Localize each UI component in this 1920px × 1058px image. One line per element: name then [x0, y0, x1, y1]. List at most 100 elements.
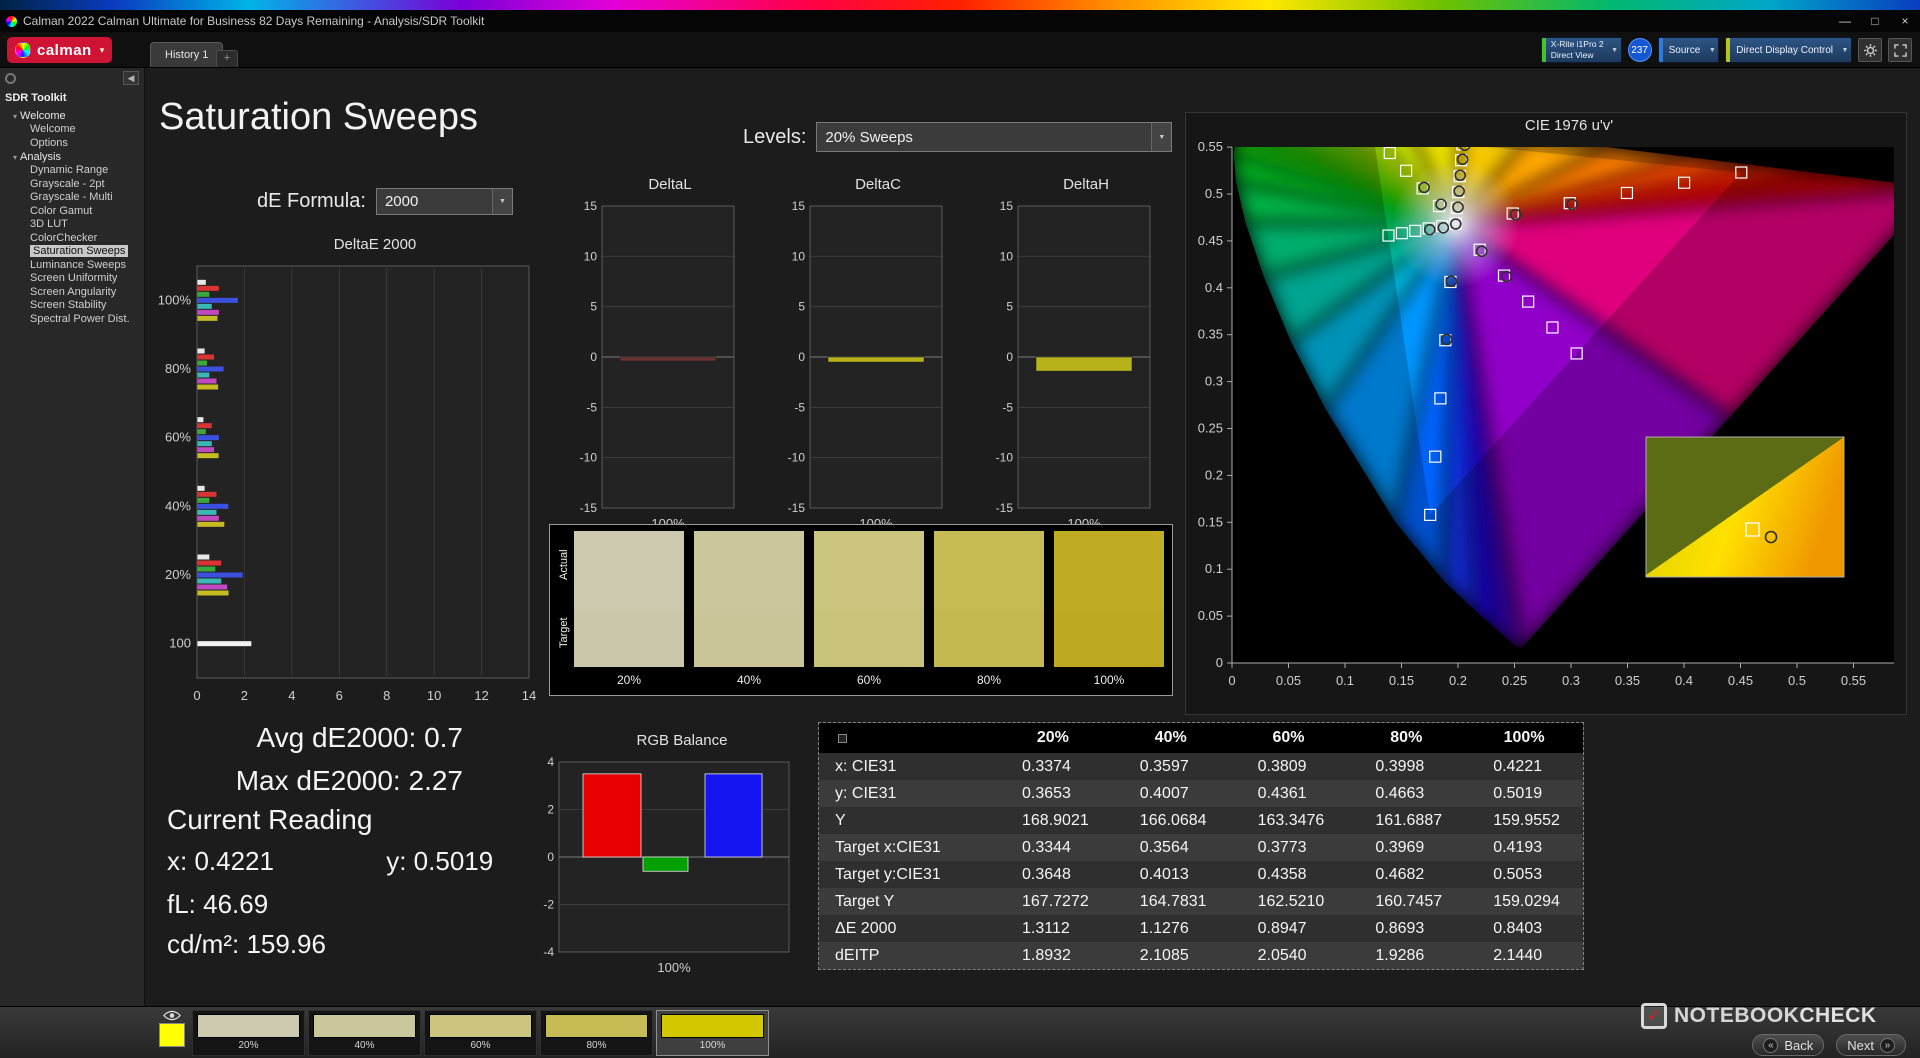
levels-row: Levels: 20% Sweeps ▼: [743, 122, 1172, 152]
swatch-side-labels: Actual Target: [554, 531, 574, 667]
deltae-bar: [198, 349, 205, 354]
back-button[interactable]: « Back: [1752, 1034, 1824, 1056]
x-tick-label: 8: [383, 688, 390, 703]
levels-dropdown[interactable]: 20% Sweeps ▼: [816, 122, 1172, 152]
de-formula-dropdown[interactable]: 2000 ▼: [376, 188, 513, 215]
table-cell: 0.3374: [994, 753, 1112, 780]
sidebar-item-color-gamut[interactable]: Color Gamut: [0, 205, 144, 219]
sidebar-item-grayscale-2pt[interactable]: Grayscale - 2pt: [0, 178, 144, 192]
y-tick-label: -15: [996, 501, 1014, 515]
target-marker: [1368, 139, 1379, 141]
sidebar-item-dynamic-range[interactable]: Dynamic Range: [0, 164, 144, 178]
deltae-bar: [198, 316, 218, 321]
calman-logo-menu[interactable]: calman ▾: [7, 37, 112, 63]
current-cdm2: cd/m²: 159.96: [167, 929, 493, 960]
patch-tile-100[interactable]: 100%: [656, 1010, 769, 1056]
patch-tile-80[interactable]: 80%: [540, 1010, 653, 1056]
tree-expander-icon[interactable]: ▾: [13, 112, 17, 121]
saturation-swatch-strip: Actual Target 20%40%60%80%100%: [549, 524, 1173, 696]
table-cell: 0.3969: [1347, 834, 1465, 861]
settings-gear-button[interactable]: [1858, 38, 1882, 62]
deltae-row-label: 100%: [158, 292, 192, 307]
deltaL-svg: 151050-5-10-15100%: [570, 198, 740, 536]
sidebar-item-screen-stability[interactable]: Screen Stability: [0, 299, 144, 313]
source-selector[interactable]: Source ▼: [1658, 37, 1720, 63]
y-tick-label: 10: [1000, 249, 1014, 263]
sidebar-item-3d-lut[interactable]: 3D LUT: [0, 218, 144, 232]
y-tick-label: 0.3: [1205, 374, 1223, 389]
sidebar-item-options[interactable]: Options: [0, 137, 144, 151]
de-formula-value: 2000: [377, 189, 492, 214]
meter-count-badge[interactable]: 237: [1628, 38, 1652, 62]
table-cell: 162.5210: [1230, 888, 1348, 915]
collapse-sidebar-button[interactable]: ◀: [123, 71, 139, 85]
patch-label: 60%: [470, 1040, 490, 1051]
eye-icon: [163, 1010, 181, 1021]
window-buttons: — □ ×: [1830, 14, 1920, 28]
deltae-bar: [198, 292, 210, 297]
table-cell: 2.1440: [1465, 942, 1583, 969]
x-tick-label: 10: [427, 688, 441, 703]
sidebar-item-label: Options: [30, 137, 68, 149]
deltac-chart: 151050-5-10-15100%: [778, 198, 948, 541]
back-arrows-icon: «: [1763, 1038, 1778, 1053]
minimize-button[interactable]: —: [1830, 14, 1860, 28]
sidebar-item-grayscale-multi[interactable]: Grayscale - Multi: [0, 191, 144, 205]
table-row-label: Target Y: [819, 888, 994, 915]
tab-history-label: History 1: [165, 49, 208, 61]
table-cell: 0.3998: [1347, 753, 1465, 780]
y-tick-label: 0.45: [1198, 233, 1223, 248]
table-cell: 0.4013: [1112, 861, 1230, 888]
brand-notebook: NOTEBOOK: [1674, 1004, 1799, 1027]
patch-tile-60[interactable]: 60%: [424, 1010, 537, 1056]
swatch-label: 20%: [574, 667, 684, 691]
y-tick-label: 0.55: [1198, 139, 1223, 154]
x-tick-label: 4: [288, 688, 295, 703]
swatch-color-box: [694, 531, 804, 667]
levels-label: Levels:: [743, 126, 806, 149]
sidebar-item-colorchecker[interactable]: ColorChecker: [0, 232, 144, 246]
rgb-bar: [583, 774, 641, 857]
table-cell: 0.8403: [1465, 915, 1583, 942]
current-patch-tile[interactable]: [155, 1010, 189, 1056]
table-cell: 167.7272: [994, 888, 1112, 915]
next-button[interactable]: Next »: [1836, 1034, 1906, 1056]
sidebar-group-analysis[interactable]: ▾Analysis: [0, 150, 144, 164]
deltae-chart: 02468101214100%80%60%40%20%100: [153, 258, 553, 718]
patch-tile-20[interactable]: 20%: [192, 1010, 305, 1056]
add-tab-button[interactable]: +: [216, 50, 238, 67]
sidebar-item-spectral-power-dist[interactable]: Spectral Power Dist.: [0, 313, 144, 327]
maximize-button[interactable]: □: [1860, 14, 1890, 28]
sidebar-item-welcome[interactable]: Welcome: [0, 123, 144, 137]
patch-tile-40[interactable]: 40%: [308, 1010, 421, 1056]
y-tick-label: -5: [1002, 400, 1013, 414]
table-header-label: 20%: [1037, 729, 1069, 746]
sidebar-item-luminance-sweeps[interactable]: Luminance Sweeps: [0, 259, 144, 273]
y-tick-label: 15: [792, 199, 806, 213]
swatch-target: [694, 610, 804, 667]
sidebar-item-screen-uniformity[interactable]: Screen Uniformity: [0, 272, 144, 286]
deltal-chart-title: DeltaL: [570, 176, 740, 198]
patch-swatch: [661, 1014, 764, 1038]
cie-plot-area: [1232, 139, 1908, 663]
meter-selector[interactable]: X-Rite i1Pro 2 Direct View ▼: [1541, 37, 1622, 63]
close-button[interactable]: ×: [1890, 14, 1920, 28]
calman-swirl-icon: [15, 42, 31, 58]
x-tick-label: 2: [241, 688, 248, 703]
tree-expander-icon[interactable]: ▾: [13, 153, 17, 162]
deltae-bar: [198, 567, 216, 572]
table-cell: 0.4682: [1347, 861, 1465, 888]
sidebar-group-welcome[interactable]: ▾Welcome: [0, 109, 144, 123]
swatch-actual: [1054, 531, 1164, 610]
sidebar-item-label: Saturation Sweeps: [30, 245, 128, 257]
display-control-selector[interactable]: Direct Display Control ▼: [1725, 37, 1852, 63]
rgb-balance-chart: 420-2-4100%: [515, 754, 805, 985]
tab-history-1[interactable]: History 1: [150, 42, 223, 67]
table-corner-icon[interactable]: [838, 734, 847, 743]
sidebar-item-screen-angularity[interactable]: Screen Angularity: [0, 286, 144, 300]
sidebar-item-saturation-sweeps[interactable]: Saturation Sweeps: [0, 245, 144, 259]
fullscreen-icon: [1894, 44, 1907, 57]
meter-line1: X-Rite i1Pro 2: [1551, 39, 1604, 50]
swatch-label: 80%: [934, 667, 1044, 691]
fullscreen-button[interactable]: [1888, 38, 1912, 62]
